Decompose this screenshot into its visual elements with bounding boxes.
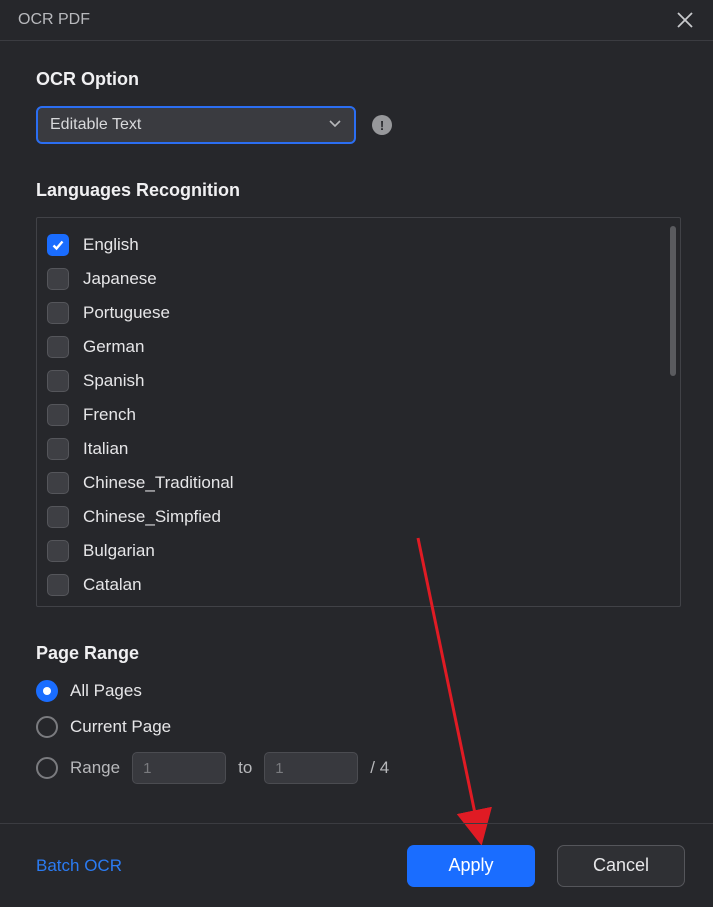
language-label: French	[83, 405, 136, 425]
all-pages-label: All Pages	[70, 681, 142, 701]
radio-all-pages[interactable]	[36, 680, 58, 702]
language-checkbox[interactable]	[47, 540, 69, 562]
page-range-label: Page Range	[36, 643, 681, 664]
language-checkbox[interactable]	[47, 472, 69, 494]
language-label: Chinese_Simpfied	[83, 507, 221, 527]
language-checkbox[interactable]	[47, 438, 69, 460]
apply-button[interactable]: Apply	[407, 845, 535, 887]
language-checkbox[interactable]	[47, 336, 69, 358]
language-label: Bulgarian	[83, 541, 155, 561]
language-item: German	[45, 330, 680, 364]
chevron-down-icon	[328, 116, 342, 135]
language-item: Chinese_Simpfied	[45, 500, 680, 534]
language-label: Chinese_Traditional	[83, 473, 234, 493]
language-item: Spanish	[45, 364, 680, 398]
range-label: Range	[70, 758, 120, 778]
language-item: Japanese	[45, 262, 680, 296]
languages-list: English Japanese Portuguese German Spanish Fr…	[36, 217, 681, 607]
cancel-button[interactable]: Cancel	[557, 845, 685, 887]
language-label: English	[83, 235, 139, 255]
language-checkbox[interactable]	[47, 268, 69, 290]
ocr-option-selected: Editable Text	[50, 116, 141, 134]
range-total: / 4	[370, 758, 389, 778]
close-button[interactable]	[675, 10, 695, 30]
language-checkbox[interactable]	[47, 404, 69, 426]
language-item: English	[45, 228, 680, 262]
language-label: Portuguese	[83, 303, 170, 323]
range-to-label: to	[238, 758, 252, 778]
language-checkbox[interactable]	[47, 302, 69, 324]
range-from-input[interactable]	[132, 752, 226, 784]
language-checkbox[interactable]	[47, 506, 69, 528]
language-item: French	[45, 398, 680, 432]
range-to-input[interactable]	[264, 752, 358, 784]
scrollbar[interactable]	[670, 226, 676, 376]
current-page-label: Current Page	[70, 717, 171, 737]
language-item: Catalan	[45, 568, 680, 602]
language-label: Japanese	[83, 269, 157, 289]
ocr-option-label: OCR Option	[36, 69, 681, 90]
info-icon: !	[372, 115, 392, 135]
batch-ocr-link[interactable]: Batch OCR	[36, 856, 122, 876]
language-checkbox[interactable]	[47, 234, 69, 256]
language-label: Spanish	[83, 371, 144, 391]
language-item: Chinese_Traditional	[45, 466, 680, 500]
language-label: German	[83, 337, 144, 357]
language-item: Italian	[45, 432, 680, 466]
radio-current-page[interactable]	[36, 716, 58, 738]
language-item: Bulgarian	[45, 534, 680, 568]
language-item: Portuguese	[45, 296, 680, 330]
language-checkbox[interactable]	[47, 370, 69, 392]
ocr-option-select[interactable]: Editable Text	[36, 106, 356, 144]
radio-range[interactable]	[36, 757, 58, 779]
dialog-title: OCR PDF	[18, 11, 90, 29]
languages-label: Languages Recognition	[36, 180, 681, 201]
language-label: Catalan	[83, 575, 142, 595]
language-label: Italian	[83, 439, 128, 459]
language-checkbox[interactable]	[47, 574, 69, 596]
